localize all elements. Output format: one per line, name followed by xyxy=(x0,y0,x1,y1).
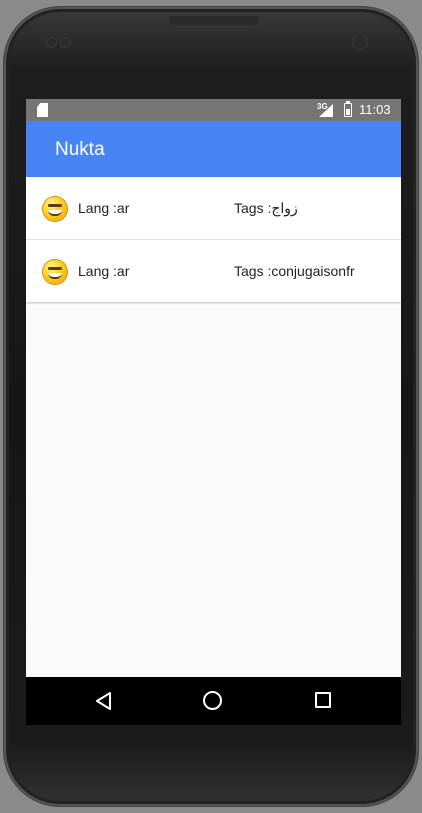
back-icon[interactable] xyxy=(95,692,112,710)
tags-label: Tags :conjugaisonfr xyxy=(234,263,355,279)
smiley-icon xyxy=(43,260,67,284)
tags-label: Tags :زواج xyxy=(234,200,298,216)
app-title: Nukta xyxy=(55,139,105,160)
status-bar: 3G 11:03 xyxy=(26,99,401,121)
sd-card-icon xyxy=(37,103,48,117)
list-item[interactable]: Lang :ar Tags :conjugaisonfr xyxy=(26,239,401,302)
lang-label: Lang :ar xyxy=(78,263,130,279)
battery-icon xyxy=(344,101,352,117)
navigation-bar xyxy=(26,677,401,725)
home-icon[interactable] xyxy=(203,691,222,710)
network-type-label: 3G xyxy=(317,102,328,111)
smiley-icon xyxy=(43,197,67,221)
recent-apps-icon[interactable] xyxy=(315,692,331,708)
earpiece-speaker xyxy=(168,16,260,27)
sensor-left-icon xyxy=(46,37,57,48)
list-item[interactable]: Lang :ar Tags :زواج xyxy=(26,177,401,239)
screen: 3G 11:03 Nukta Lang :ar Tags :زواج Lang … xyxy=(26,99,401,725)
app-bar: Nukta xyxy=(26,121,401,177)
phone-frame: 3G 11:03 Nukta Lang :ar Tags :زواج Lang … xyxy=(4,7,418,806)
lang-label: Lang :ar xyxy=(78,200,130,216)
sensor-right-icon xyxy=(60,37,71,48)
entries-list: Lang :ar Tags :زواج Lang :ar Tags :conju… xyxy=(26,177,401,302)
front-camera-icon xyxy=(352,34,368,50)
status-time: 11:03 xyxy=(359,102,391,117)
